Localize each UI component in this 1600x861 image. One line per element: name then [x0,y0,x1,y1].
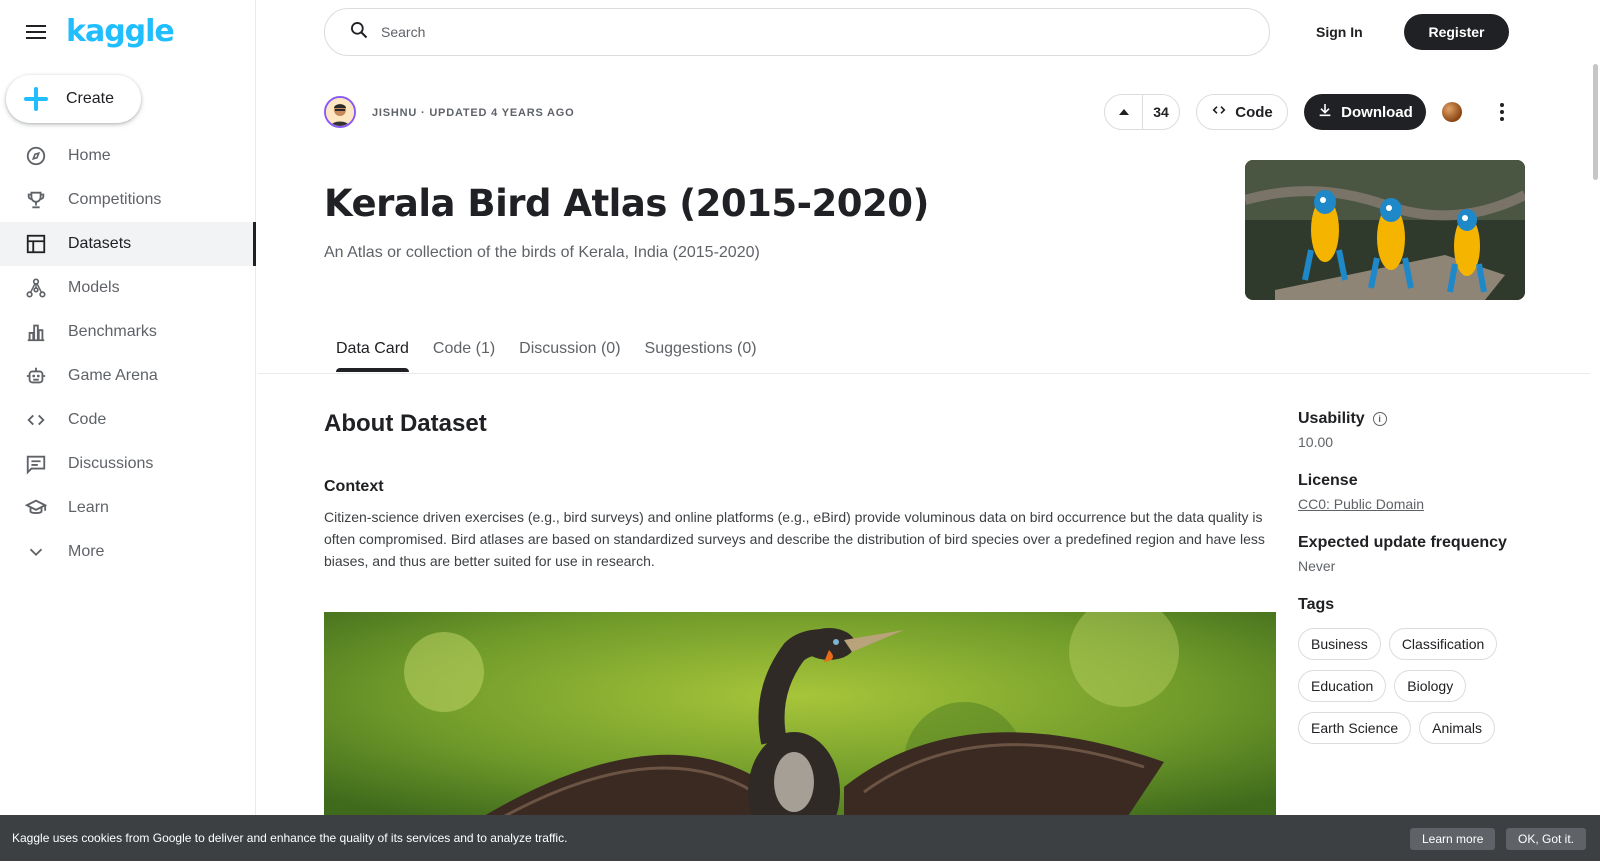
kaggle-logo[interactable]: kaggle [66,14,175,49]
register-button[interactable]: Register [1404,14,1509,50]
sidebar-item-models[interactable]: Models [0,266,256,310]
medal-icon[interactable] [1442,102,1462,122]
sidebar-item-label: Benchmarks [68,323,157,340]
sidebar-nav: Home Competitions Datasets Models Benchm… [0,134,256,574]
tab-data-card[interactable]: Data Card [324,330,421,372]
info-icon[interactable]: i [1372,412,1387,426]
vote-count: 34 [1153,104,1169,120]
bar-chart-icon [24,320,48,344]
plus-icon [22,85,50,113]
chevron-down-icon [24,540,48,564]
cookie-banner: Kaggle uses cookies from Google to deliv… [0,815,1600,861]
cookie-message: Kaggle uses cookies from Google to deliv… [12,831,568,845]
menu-icon[interactable] [24,20,48,44]
robot-icon [24,364,48,388]
tag-list: Business Classification Education Biolog… [1298,628,1528,744]
models-icon [24,276,48,300]
update-frequency-value: Never [1298,558,1336,574]
sidebar-item-label: Home [68,147,111,164]
tags-heading: Tags [1298,596,1335,613]
license-heading: License [1298,472,1358,489]
tab-bar: Data Card Code (1) Discussion (0) Sugges… [324,330,769,372]
sidebar-header: kaggle [24,14,175,49]
sidebar: kaggle Create Home Competitions Datasets… [0,0,256,861]
avatar[interactable] [324,96,356,128]
license-link[interactable]: CC0: Public Domain [1298,496,1558,512]
sidebar-item-learn[interactable]: Learn [0,486,256,530]
code-icon [1211,102,1227,122]
sidebar-item-label: Code [68,411,107,428]
search-placeholder: Search [381,24,426,40]
dataset-cover-image [1245,160,1525,300]
compass-icon [24,144,48,168]
context-heading: Context [324,478,384,495]
download-button-label: Download [1341,103,1413,121]
sidebar-item-label: Datasets [68,235,132,252]
tab-discussion[interactable]: Discussion (0) [507,330,632,372]
tag-chip[interactable]: Animals [1419,712,1495,744]
school-icon [24,496,48,520]
sign-in-button[interactable]: Sign In [1308,20,1371,44]
sidebar-item-label: Models [68,279,120,296]
learn-more-button[interactable]: Learn more [1410,828,1496,850]
sidebar-item-code[interactable]: Code [0,398,256,442]
author-updated-line: JISHNU · UPDATED 4 YEARS AGO [372,107,575,119]
usability-label: Usability [1298,410,1365,427]
code-button[interactable]: Code [1196,94,1288,130]
code-icon [24,408,48,432]
upvote-button[interactable] [1105,95,1143,129]
tag-chip[interactable]: Earth Science [1298,712,1412,744]
comment-icon [24,452,48,476]
search-icon [349,20,369,45]
usability-value: 10.00 [1298,434,1334,450]
sidebar-item-benchmarks[interactable]: Benchmarks [0,310,256,354]
tag-chip[interactable]: Biology [1394,670,1467,702]
tab-code[interactable]: Code (1) [421,330,507,372]
cookie-ok-button[interactable]: OK, Got it. [1506,828,1587,850]
table-icon [24,232,48,256]
download-button[interactable]: Download [1304,94,1426,130]
dataset-description-image [324,612,1276,822]
more-options-icon[interactable] [1490,100,1514,124]
search-input[interactable]: Search [324,8,1270,56]
trophy-icon [24,188,48,212]
tag-chip[interactable]: Classification [1388,628,1498,660]
usability-heading: Usability i [1298,410,1558,428]
context-paragraph: Citizen-science driven exercises (e.g., … [324,509,1265,569]
arrow-up-icon [1118,103,1130,121]
tag-chip[interactable]: Education [1298,670,1387,702]
sidebar-item-competitions[interactable]: Competitions [0,178,256,222]
sidebar-item-label: More [68,543,105,560]
create-button[interactable]: Create [6,75,141,123]
sidebar-item-more[interactable]: More [0,530,256,574]
sidebar-item-label: Game Arena [68,367,158,384]
tab-divider [258,373,1590,374]
dataset-metadata-panel: Usability i 10.00 License CC0: Public Dom… [1298,410,1558,744]
tab-suggestions[interactable]: Suggestions (0) [633,330,769,372]
upvote-control: 34 [1104,94,1180,130]
code-button-label: Code [1235,103,1273,121]
scrollbar[interactable] [1593,64,1598,180]
sidebar-item-datasets[interactable]: Datasets [0,222,256,266]
sidebar-item-game-arena[interactable]: Game Arena [0,354,256,398]
update-frequency-heading: Expected update frequency [1298,534,1507,551]
sidebar-item-discussions[interactable]: Discussions [0,442,256,486]
page-subtitle: An Atlas or collection of the birds of K… [324,244,760,261]
sidebar-item-label: Learn [68,499,109,516]
download-icon [1317,102,1333,122]
page-title: Kerala Bird Atlas (2015-2020) [324,182,929,225]
sidebar-item-label: Competitions [68,191,162,208]
sidebar-item-home[interactable]: Home [0,134,256,178]
tag-chip[interactable]: Business [1298,628,1381,660]
sidebar-item-label: Discussions [68,455,154,472]
about-dataset-heading: About Dataset [324,410,487,437]
create-label: Create [66,90,115,107]
